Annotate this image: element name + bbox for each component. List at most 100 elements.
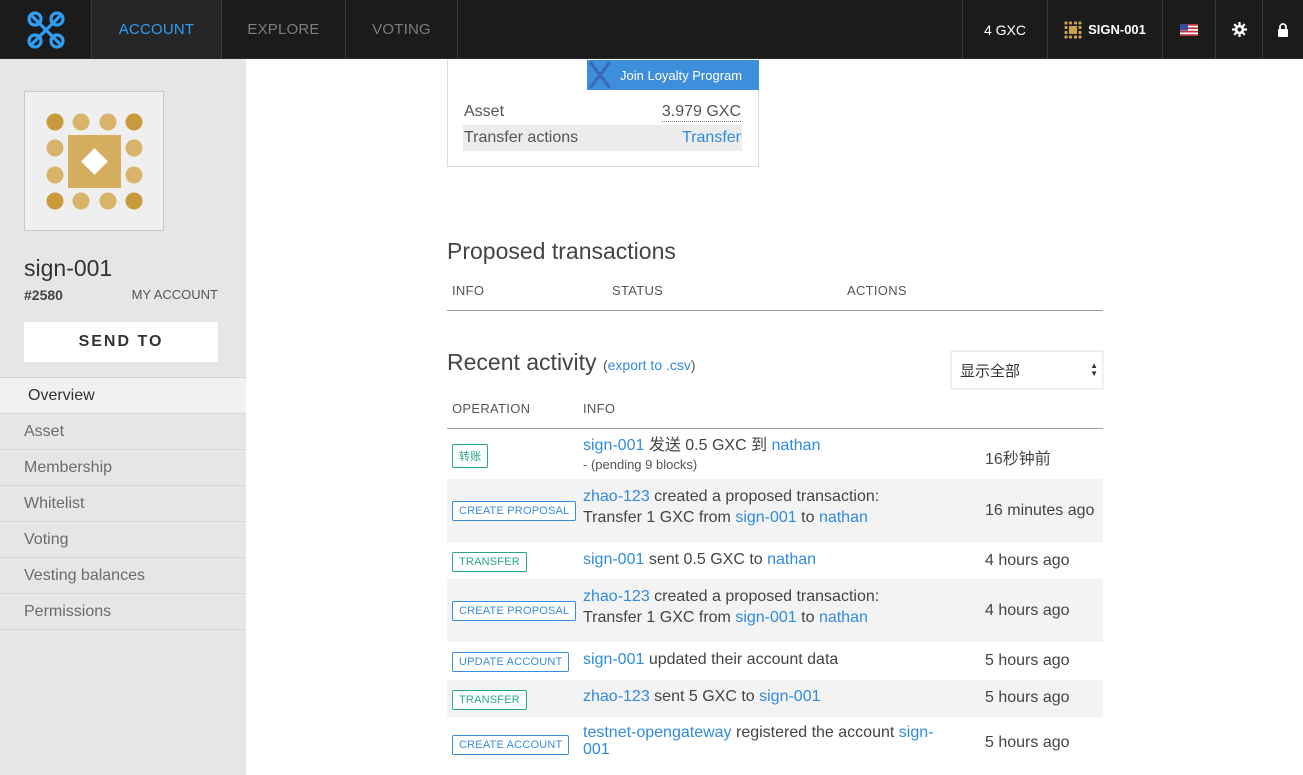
operation-badge: TRANSFER <box>452 552 527 572</box>
account-link[interactable]: sign-001 <box>583 437 644 454</box>
activity-info: testnet-opengateway registered the accou… <box>583 724 933 758</box>
account-link[interactable]: 001 <box>583 741 610 758</box>
activity-col-info: INFO <box>583 401 616 416</box>
account-link[interactable]: nathan <box>767 551 816 568</box>
operation-badge: UPDATE ACCOUNT <box>452 652 570 672</box>
select-arrows-icon: ▲ ▼ <box>1090 361 1098 378</box>
tab-account[interactable]: ACCOUNT <box>92 0 222 59</box>
operation-badge: CREATE ACCOUNT <box>452 735 570 755</box>
table-row: CREATE ACCOUNT testnet-opengateway regis… <box>447 717 1103 775</box>
join-loyalty-button[interactable]: Join Loyalty Program <box>587 60 759 90</box>
proposed-table-divider <box>447 310 1103 311</box>
activity-text: Transfer 1 GXC from <box>583 509 736 526</box>
join-loyalty-label: Join Loyalty Program <box>620 67 743 83</box>
proposed-col-actions: ACTIONS <box>847 283 907 298</box>
account-menu: Overview Asset Membership Whitelist Voti… <box>0 377 246 630</box>
activity-filter-select[interactable]: 显示全部 ▲ ▼ <box>951 351 1103 389</box>
table-row: 转账 sign-001 发送 0.5 GXC 到 nathan - (pendi… <box>447 429 1103 479</box>
table-row: CREATE PROPOSAL zhao-123 created a propo… <box>447 579 1103 642</box>
export-csv-link[interactable]: export to .csv <box>608 357 691 373</box>
my-account-label: MY ACCOUNT <box>131 287 218 302</box>
tab-explore[interactable]: EXPLORE <box>222 0 346 59</box>
activity-info: zhao-123 sent 5 GXC to sign-001 <box>583 686 820 707</box>
account-link[interactable]: sign-001 <box>735 509 796 526</box>
proposed-col-info: INFO <box>452 283 485 298</box>
top-navigation-bar: ACCOUNT EXPLORE VOTING 4 GXC SIGN-001 <box>0 0 1303 59</box>
logo-icon <box>26 10 65 49</box>
asset-row: Asset 3.979 GXC <box>463 99 742 125</box>
settings-gear-icon[interactable] <box>1215 0 1262 59</box>
pending-status: - (pending 9 blocks) <box>583 457 698 472</box>
account-identicon-icon <box>46 113 143 210</box>
sidebar-item-asset[interactable]: Asset <box>0 413 246 449</box>
activity-time: 4 hours ago <box>985 602 1070 619</box>
activity-text: created a proposed transaction: <box>649 588 880 605</box>
table-row: TRANSFER sign-001 sent 0.5 GXC to nathan… <box>447 542 1103 579</box>
account-link[interactable]: sign- <box>899 724 934 741</box>
activity-info: sign-001 sent 0.5 GXC to nathan <box>583 549 816 570</box>
sidebar-item-permissions[interactable]: Permissions <box>0 593 246 629</box>
recent-activity-label: Recent activity <box>447 349 597 375</box>
activity-time: 5 hours ago <box>985 734 1070 751</box>
balance-display[interactable]: 4 GXC <box>962 0 1047 59</box>
proposed-transactions-title: Proposed transactions <box>447 238 676 264</box>
activity-text: created a proposed transaction: <box>649 488 880 505</box>
activity-time: 16 minutes ago <box>985 502 1095 519</box>
top-right-controls: 4 GXC SIGN-001 <box>962 0 1303 59</box>
proposed-col-status: STATUS <box>612 283 664 298</box>
recent-activity-title: Recent activity (export to .csv) <box>447 349 696 376</box>
account-link[interactable]: testnet-opengateway <box>583 724 732 741</box>
activity-info: sign-001 updated their account data <box>583 649 838 670</box>
sidebar-item-overview[interactable]: Overview <box>0 377 246 413</box>
account-link[interactable]: sign-001 <box>583 551 644 568</box>
tab-voting[interactable]: VOTING <box>346 0 458 59</box>
send-to-button[interactable]: SEND TO <box>24 322 218 362</box>
sidebar-item-whitelist[interactable]: Whitelist <box>0 485 246 521</box>
account-link[interactable]: sign-001 <box>735 609 796 626</box>
sidebar-item-voting[interactable]: Voting <box>0 521 246 557</box>
sidebar-item-membership[interactable]: Membership <box>0 449 246 485</box>
account-link[interactable]: zhao-123 <box>583 588 650 605</box>
sidebar-item-vesting-balances[interactable]: Vesting balances <box>0 557 246 593</box>
activity-text: Transfer 1 GXC from <box>583 609 736 626</box>
activity-filter-value: 显示全部 <box>960 362 1021 380</box>
account-sidebar: sign-001 #2580 MY ACCOUNT SEND TO Overvi… <box>0 59 246 775</box>
transfer-actions-label: Transfer actions <box>464 129 579 146</box>
activity-text: to <box>796 609 819 626</box>
activity-info: sign-001 发送 0.5 GXC 到 nathan - (pending … <box>583 435 820 473</box>
account-link[interactable]: nathan <box>772 437 821 454</box>
activity-text: sent 0.5 GXC to <box>644 551 768 568</box>
transfer-link[interactable]: Transfer <box>682 129 741 147</box>
account-id: #2580 <box>24 287 63 303</box>
operation-badge: CREATE PROPOSAL <box>452 501 577 521</box>
lock-icon[interactable] <box>1262 0 1303 59</box>
account-switcher-label: SIGN-001 <box>1088 22 1146 37</box>
account-link[interactable]: zhao-123 <box>583 688 650 705</box>
account-link[interactable]: zhao-123 <box>583 488 650 505</box>
account-link[interactable]: sign-001 <box>759 688 820 705</box>
activity-time: 5 hours ago <box>985 652 1070 669</box>
avatar <box>24 91 164 231</box>
export-wrapper: (export to .csv) <box>603 357 696 373</box>
asset-value: 3.979 GXC <box>661 102 741 122</box>
activity-text: 发送 0.5 GXC 到 <box>644 437 772 454</box>
account-identicon-icon <box>1064 20 1082 39</box>
account-switcher[interactable]: SIGN-001 <box>1047 0 1162 59</box>
menu-divider <box>0 629 246 630</box>
activity-info: zhao-123 created a proposed transaction:… <box>583 486 879 528</box>
asset-label: Asset <box>464 103 505 120</box>
operation-badge: TRANSFER <box>452 690 527 710</box>
export-paren-close: ) <box>690 357 696 373</box>
transfer-actions-row: Transfer actions Transfer <box>463 125 742 151</box>
table-row: UPDATE ACCOUNT sign-001 updated their ac… <box>447 642 1103 680</box>
account-link[interactable]: sign-001 <box>583 651 644 668</box>
gxchain-logo[interactable] <box>0 0 92 59</box>
activity-time: 16秒钟前 <box>985 451 1051 468</box>
table-row: CREATE PROPOSAL zhao-123 created a propo… <box>447 479 1103 542</box>
loyalty-logo-icon <box>589 61 611 89</box>
language-flag-icon[interactable] <box>1162 0 1215 59</box>
activity-time: 5 hours ago <box>985 689 1070 706</box>
account-link[interactable]: nathan <box>819 509 868 526</box>
activity-info: zhao-123 created a proposed transaction:… <box>583 586 879 628</box>
account-link[interactable]: nathan <box>819 609 868 626</box>
